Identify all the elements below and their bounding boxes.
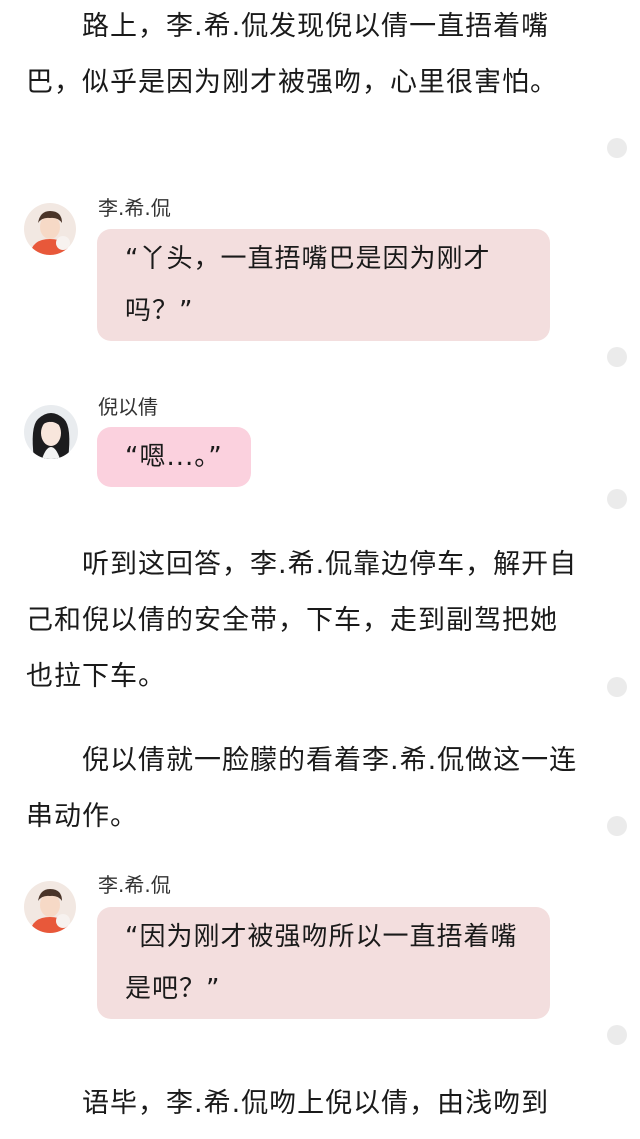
sender-name: 倪以倩: [98, 395, 158, 419]
story-paragraph: 听到这回答，李.希.侃靠边停车，解开自己和倪以倩的安全带，下车，走到副驾把她也拉…: [26, 549, 578, 692]
message-bubble[interactable]: “因为刚才被强吻所以一直捂着嘴是吧？”: [97, 907, 550, 1019]
story-paragraph: 路上，李.希.侃发现倪以倩一直捂着嘴巴，似乎是因为刚才被强吻，心里很害怕。: [26, 11, 558, 98]
side-dot: [607, 489, 627, 509]
avatar-li-xi-kan[interactable]: [24, 203, 76, 255]
avatar-li-xi-kan[interactable]: [24, 881, 76, 933]
side-dot: [607, 1025, 627, 1045]
side-dot: [607, 138, 627, 158]
sender-name: 李.希.侃: [98, 873, 171, 897]
message-bubble[interactable]: “嗯...。”: [97, 427, 251, 487]
story-paragraph: 倪以倩就一脸朦的看着李.希.侃做这一连串动作。: [26, 745, 578, 832]
avatar-ni-yi-qian[interactable]: [24, 405, 78, 459]
story-paragraph: 语毕，李.希.侃吻上倪以倩，由浅吻到: [82, 1088, 550, 1119]
side-dot: [607, 677, 627, 697]
side-dot: [607, 347, 627, 367]
side-dot: [607, 816, 627, 836]
message-bubble[interactable]: “丫头，一直捂嘴巴是因为刚才吗？”: [97, 229, 550, 341]
sender-name: 李.希.侃: [98, 196, 171, 220]
